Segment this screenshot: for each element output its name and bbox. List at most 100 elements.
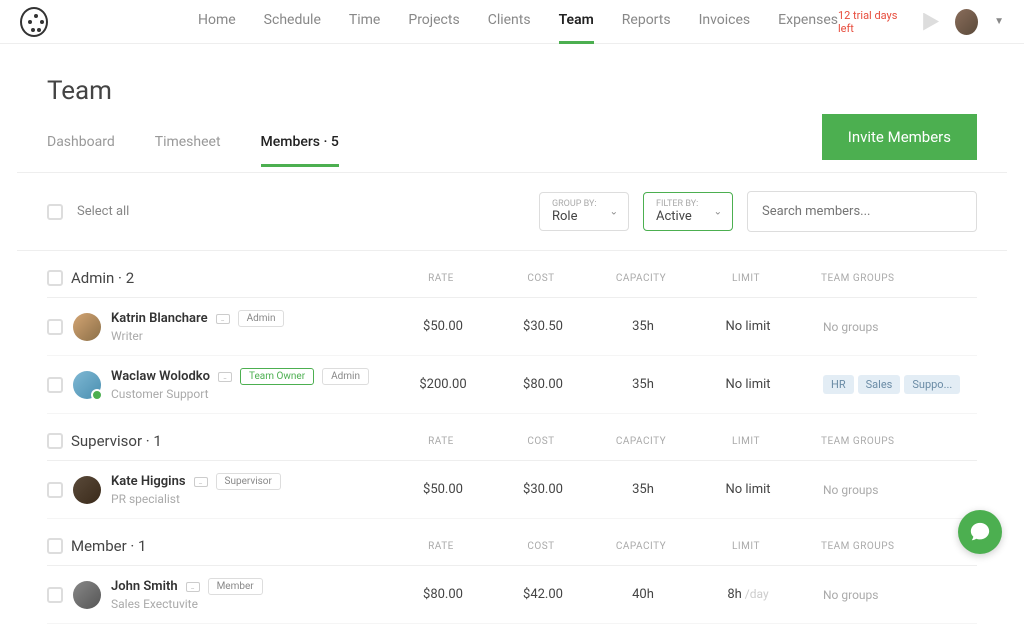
- role-badge: Supervisor: [216, 473, 281, 490]
- col-rate: RATE: [391, 436, 491, 447]
- group-checkbox[interactable]: [47, 433, 63, 449]
- help-fab[interactable]: [958, 510, 1002, 554]
- group-checkbox[interactable]: [47, 538, 63, 554]
- member-avatar[interactable]: [73, 581, 101, 609]
- member-checkbox[interactable]: [47, 482, 63, 498]
- select-all-label: Select all: [77, 204, 525, 219]
- col-groups: TEAM GROUPS: [801, 541, 977, 552]
- toolbar: Select all GROUP BY: Role ⌄ FILTER BY: A…: [17, 173, 1007, 251]
- limit-value: No limit: [725, 377, 770, 392]
- member-name: John Smith Member: [111, 578, 393, 595]
- member-checkbox[interactable]: [47, 319, 63, 335]
- nav-item-expenses[interactable]: Expenses: [778, 0, 838, 44]
- limit-cell: No limit: [693, 377, 803, 392]
- rate-cell: $200.00: [393, 377, 493, 392]
- col-groups: TEAM GROUPS: [801, 273, 977, 284]
- cost-cell: $80.00: [493, 377, 593, 392]
- group-tag[interactable]: Suppo...: [904, 375, 960, 394]
- nav-item-home[interactable]: Home: [198, 0, 236, 44]
- cost-cell: $30.00: [493, 482, 593, 497]
- capacity-cell: 35h: [593, 319, 693, 334]
- col-cost: COST: [491, 273, 591, 284]
- rate-cell: $80.00: [393, 587, 493, 602]
- chevron-down-icon[interactable]: ▼: [994, 16, 1004, 27]
- member-checkbox[interactable]: [47, 587, 63, 603]
- group-tag[interactable]: Sales: [858, 375, 901, 394]
- limit-value: No limit: [725, 319, 770, 334]
- filter-by-label: FILTER BY:: [656, 199, 720, 209]
- member-role: Customer Support: [111, 387, 393, 401]
- filter-by-value: Active: [656, 209, 720, 224]
- cost-cell: $30.50: [493, 319, 593, 334]
- select-all-checkbox[interactable]: [47, 204, 63, 220]
- group-header: Member · 1RATECOSTCAPACITYLIMITTEAM GROU…: [47, 519, 977, 566]
- groups-cell: No groups: [803, 588, 977, 602]
- member-role: Writer: [111, 329, 393, 343]
- col-limit: LIMIT: [691, 273, 801, 284]
- col-groups: TEAM GROUPS: [801, 436, 977, 447]
- nav-item-clients[interactable]: Clients: [488, 0, 531, 44]
- member-role: Sales Exectuvite: [111, 597, 393, 611]
- limit-value: 8h: [727, 587, 741, 602]
- nav-item-schedule[interactable]: Schedule: [264, 0, 321, 44]
- group-name: Admin · 2: [71, 269, 391, 287]
- col-rate: RATE: [391, 273, 491, 284]
- mail-icon[interactable]: [216, 314, 230, 324]
- member-role: PR specialist: [111, 492, 393, 506]
- group-by-label: GROUP BY:: [552, 199, 616, 209]
- nav-item-projects[interactable]: Projects: [408, 0, 459, 44]
- capacity-cell: 35h: [593, 482, 693, 497]
- tab-timesheet[interactable]: Timesheet: [155, 120, 221, 167]
- group-header: Supervisor · 1RATECOSTCAPACITYLIMITTEAM …: [47, 414, 977, 461]
- member-checkbox[interactable]: [47, 377, 63, 393]
- mail-icon[interactable]: [218, 372, 232, 382]
- member-row[interactable]: John Smith MemberSales Exectuvite$80.00$…: [47, 566, 977, 624]
- page-title: Team: [47, 44, 977, 114]
- col-limit: LIMIT: [691, 436, 801, 447]
- member-row[interactable]: Kate Higgins Supervisor PR specialist$50.…: [47, 461, 977, 519]
- groups-cell: HRSalesSuppo...: [803, 375, 977, 394]
- member-info: John Smith Member Sales Exectuvite: [111, 578, 393, 611]
- tab-dashboard[interactable]: Dashboard: [47, 120, 115, 167]
- no-groups-text: No groups: [823, 588, 878, 602]
- top-nav: Home Schedule Time Projects Clients Team Repor…: [0, 0, 1024, 44]
- member-info: Kate Higgins Supervisor PR specialist: [111, 473, 393, 506]
- notifications-icon[interactable]: [923, 13, 939, 31]
- col-capacity: CAPACITY: [591, 541, 691, 552]
- tab-members[interactable]: Members · 5: [261, 120, 339, 167]
- nav-item-time[interactable]: Time: [349, 0, 380, 44]
- filter-by-dropdown[interactable]: FILTER BY: Active ⌄: [643, 192, 733, 231]
- member-avatar[interactable]: [73, 371, 101, 399]
- group-name: Member · 1: [71, 537, 391, 555]
- no-groups-text: No groups: [823, 483, 878, 497]
- group-tag[interactable]: HR: [823, 375, 854, 394]
- role-badge: Team Owner: [240, 368, 314, 385]
- nav-item-invoices[interactable]: Invoices: [699, 0, 751, 44]
- nav-item-team[interactable]: Team: [559, 0, 594, 44]
- search-input[interactable]: [747, 191, 977, 232]
- rate-cell: $50.00: [393, 482, 493, 497]
- member-name: Kate Higgins Supervisor: [111, 473, 393, 490]
- member-avatar[interactable]: [73, 476, 101, 504]
- group-by-dropdown[interactable]: GROUP BY: Role ⌄: [539, 192, 629, 231]
- invite-members-button[interactable]: Invite Members: [822, 114, 977, 160]
- member-avatar[interactable]: [73, 313, 101, 341]
- col-limit: LIMIT: [691, 541, 801, 552]
- member-row[interactable]: Katrin Blanchare AdminWriter$50.00$30.50…: [47, 298, 977, 356]
- user-avatar[interactable]: [955, 9, 978, 35]
- nav-item-reports[interactable]: Reports: [622, 0, 671, 44]
- col-cost: COST: [491, 436, 591, 447]
- app-logo[interactable]: [20, 7, 48, 37]
- role-badge: Admin: [238, 310, 285, 327]
- limit-cell: No limit: [693, 319, 803, 334]
- group-header: Admin · 2RATECOSTCAPACITYLIMITTEAM GROUP…: [47, 251, 977, 298]
- group-checkbox[interactable]: [47, 270, 63, 286]
- mail-icon[interactable]: [194, 477, 208, 487]
- trial-days-left[interactable]: 12 trial days left: [838, 9, 907, 35]
- chevron-down-icon: ⌄: [714, 206, 722, 217]
- nav-right: 12 trial days left ▼: [838, 9, 1004, 35]
- mail-icon[interactable]: [186, 582, 200, 592]
- member-row[interactable]: Waclaw Wolodko Team Owner AdminCustomer …: [47, 356, 977, 414]
- no-groups-text: No groups: [823, 320, 878, 334]
- sub-nav: Dashboard Timesheet Members · 5 Invite Mem…: [17, 114, 1007, 173]
